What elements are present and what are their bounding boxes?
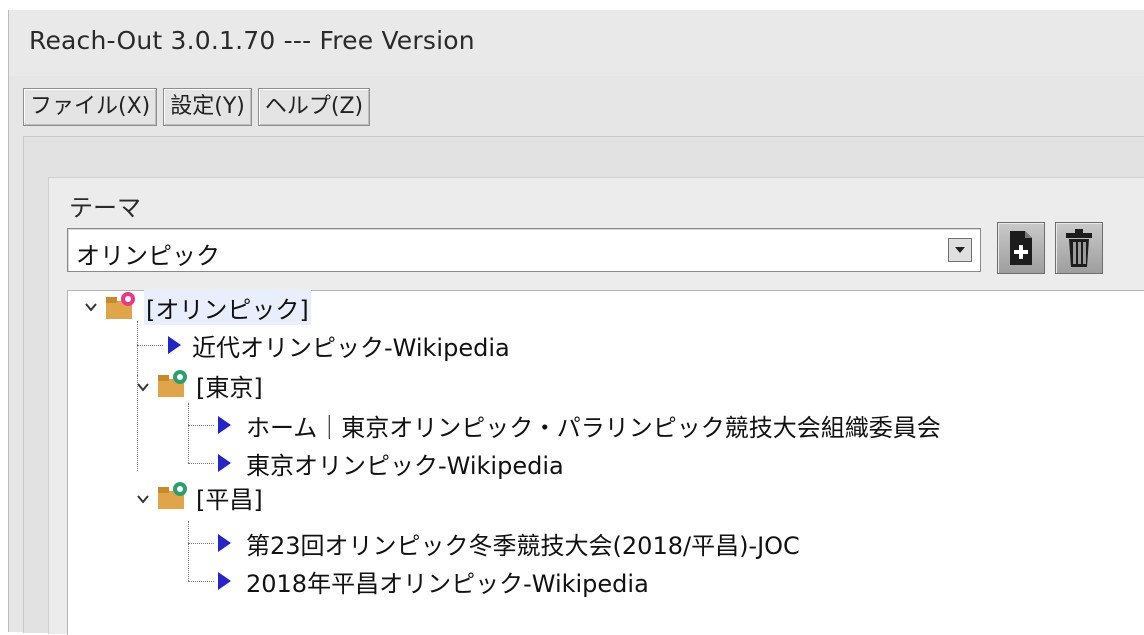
chevron-down-icon [955,247,965,253]
tree-connector [188,543,214,544]
tree-node-label: [東京] [196,373,263,402]
tree-node-label: 2018年平昌オリンピック-Wikipedia [246,569,649,598]
tree-connector [188,425,214,426]
expand-chevron-icon[interactable] [136,492,150,506]
menu-help[interactable]: ヘルプ(Z) [257,88,371,126]
window-title: Reach-Out 3.0.1.70 --- Free Version [29,26,475,55]
tree-node-label: [平昌] [196,485,263,514]
theme-label: テーマ [69,194,141,222]
add-page-button[interactable] [997,222,1045,274]
folder-theme-icon [106,292,135,319]
theme-select[interactable]: オリンピック [67,228,981,272]
tree-node-label: ホーム｜東京オリンピック・パラリンピック競技大会組織委員会 [246,413,941,442]
tree-node-label: 第23回オリンピック冬季競技大会(2018/平昌)-JOC [246,531,800,560]
folder-icon [158,370,187,397]
folder-icon [158,482,187,509]
tree-node-link[interactable]: 2018年平昌オリンピック-Wikipedia [246,561,649,601]
content-area: テーマ オリンピック [オリンピック] 近代オリンピック-Wikipedia [… [23,136,1144,635]
tree-connector [137,321,138,375]
bookmark-tree[interactable]: [オリンピック] 近代オリンピック-Wikipedia [東京] ホーム｜東京オ… [67,287,1144,635]
menu-settings[interactable]: 設定(Y) [163,88,252,126]
tree-node-root[interactable]: [オリンピック] [144,287,311,327]
theme-select-value: オリンピック [76,242,220,270]
title-bar[interactable]: Reach-Out 3.0.1.70 --- Free Version [9,10,1144,76]
menu-bar: ファイル(X) 設定(Y) ヘルプ(Z) [23,88,1144,126]
tree-connector [188,463,214,464]
tree-connector [137,345,163,346]
link-arrow-icon [218,572,231,590]
app-window: Reach-Out 3.0.1.70 --- Free Version ファイル… [8,10,1144,635]
tree-node-folder[interactable]: [平昌] [196,477,263,517]
trash-icon [1066,229,1092,267]
expand-chevron-icon[interactable] [84,300,98,314]
tree-node-label: [オリンピック] [144,289,311,325]
tree-node-folder[interactable]: [東京] [196,365,263,405]
link-arrow-icon [218,416,231,434]
tree-node-link[interactable]: 近代オリンピック-Wikipedia [192,325,510,365]
link-arrow-icon [218,454,231,472]
tree-node-link[interactable]: 東京オリンピック-Wikipedia [246,443,564,483]
tree-node-link[interactable]: ホーム｜東京オリンピック・パラリンピック競技大会組織委員会 [246,405,941,445]
tree-connector [188,403,189,463]
link-arrow-icon [168,336,181,354]
delete-button[interactable] [1055,222,1103,274]
link-arrow-icon [218,534,231,552]
tree-connector [188,581,214,582]
tree-connector [188,521,189,581]
tree-node-label: 近代オリンピック-Wikipedia [192,333,510,362]
menu-file[interactable]: ファイル(X) [23,88,158,126]
tree-node-label: 東京オリンピック-Wikipedia [246,451,564,480]
tree-node-link[interactable]: 第23回オリンピック冬季競技大会(2018/平昌)-JOC [246,523,800,563]
expand-chevron-icon[interactable] [136,380,150,394]
add-document-icon [1010,231,1032,265]
theme-panel: テーマ オリンピック [オリンピック] 近代オリンピック-Wikipedia [… [48,177,1144,635]
dropdown-arrow-button[interactable] [948,238,972,262]
